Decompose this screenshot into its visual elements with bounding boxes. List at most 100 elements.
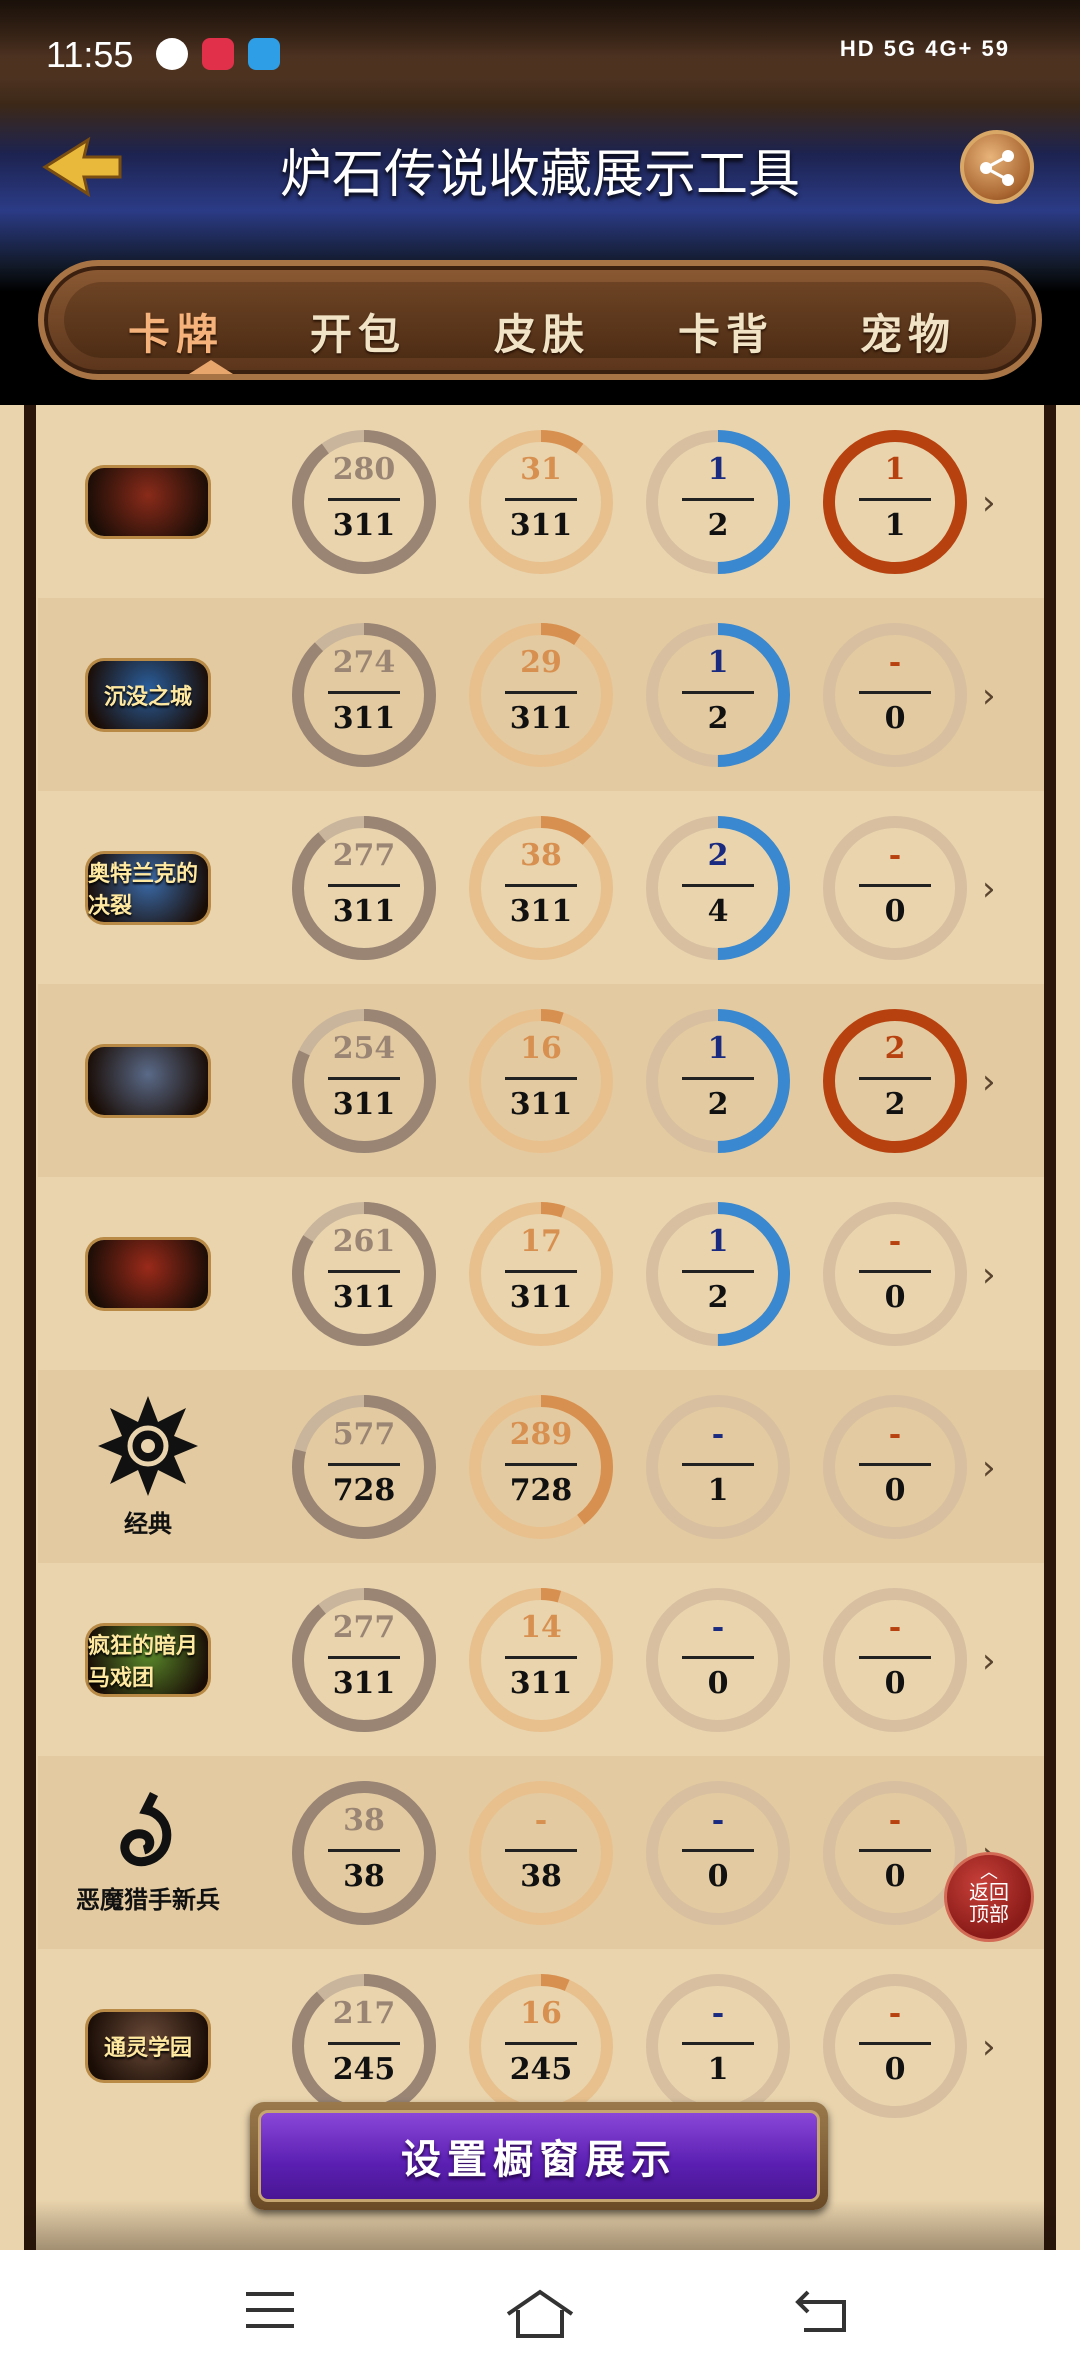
page-title: 炉石传说收藏展示工具 xyxy=(279,145,800,205)
total-count: 311 xyxy=(332,701,396,736)
owned-count: 280 xyxy=(332,452,396,487)
fraction-divider xyxy=(682,1656,754,1659)
fraction-divider xyxy=(859,1077,931,1080)
progress-ring-rare: - 38 xyxy=(463,1775,619,1931)
total-count: 311 xyxy=(332,508,396,543)
fraction-divider xyxy=(682,1077,754,1080)
owned-count: 17 xyxy=(520,1224,562,1259)
tab-pets[interactable]: 宠物 xyxy=(818,301,998,362)
total-count: 0 xyxy=(884,1666,906,1701)
owned-count: 1 xyxy=(707,452,729,487)
fraction-divider xyxy=(859,884,931,887)
fraction-divider xyxy=(859,691,931,694)
set-row[interactable]: 疯狂的暗月马戏团 277 311 14 311-0-0 › xyxy=(38,1563,1044,1756)
total-count: 38 xyxy=(343,1859,385,1894)
owned-count: 38 xyxy=(343,1803,385,1838)
total-count: 0 xyxy=(707,1666,729,1701)
owned-count: 1 xyxy=(884,452,906,487)
progress-ring-legendary: 22 xyxy=(817,1003,973,1159)
showcase-button[interactable]: 设置橱窗展示 xyxy=(250,2102,828,2210)
set-row[interactable]: 261 311 17 311 1 2-0 › xyxy=(38,1177,1044,1370)
share-icon xyxy=(980,150,1014,186)
total-count: 311 xyxy=(509,1087,573,1122)
owned-count: - xyxy=(888,1996,902,2031)
progress-ring-common: 217 245 xyxy=(286,1968,442,2124)
fraction-divider xyxy=(682,1270,754,1273)
tab-cards[interactable]: 卡牌 xyxy=(86,301,266,362)
owned-count: 261 xyxy=(332,1224,396,1259)
set-row[interactable]: 280 311 31 311 1 2 1 1 › xyxy=(38,405,1044,598)
owned-count: 277 xyxy=(332,838,396,873)
tab-bar: 卡牌 开包 皮肤 卡背 宠物 xyxy=(38,260,1042,380)
set-row[interactable]: 经典 577 728 289 728-1-0 › xyxy=(38,1370,1044,1563)
set-name: 恶魔猎手新兵 xyxy=(76,1886,220,1914)
showcase-button-label: 设置橱窗展示 xyxy=(258,2110,820,2202)
set-list-container[interactable]: 280 311 31 311 1 2 1 1 › 沉没之城 274 311 29 311 1 2-0 › 奥特兰克… xyxy=(24,405,1056,2250)
back-nav-icon[interactable] xyxy=(794,2288,850,2336)
home-icon[interactable] xyxy=(504,2288,576,2340)
set-logo xyxy=(78,439,218,564)
owned-count: 1 xyxy=(707,1031,729,1066)
total-count: 0 xyxy=(707,1859,729,1894)
total-count: 0 xyxy=(884,1473,906,1508)
fraction-divider xyxy=(328,2042,400,2045)
fraction-divider xyxy=(328,1270,400,1273)
tab-cardbacks[interactable]: 卡背 xyxy=(636,301,816,362)
fraction-divider xyxy=(505,1849,577,1852)
chevron-up-icon: ︿ xyxy=(980,1862,998,1883)
set-row[interactable]: 254 311 16 311 1 2 2 2 › xyxy=(38,984,1044,1177)
owned-count: 31 xyxy=(520,452,562,487)
fraction-divider xyxy=(682,1849,754,1852)
set-row[interactable]: 恶魔猎手新兵3838-38-0-0› xyxy=(38,1756,1044,1949)
owned-count: 1 xyxy=(707,1224,729,1259)
progress-ring-rare: 17 311 xyxy=(463,1196,619,1352)
total-count: 38 xyxy=(520,1859,562,1894)
tab-skins[interactable]: 皮肤 xyxy=(452,301,632,362)
chevron-right-icon[interactable]: › xyxy=(982,1448,996,1488)
chevron-right-icon[interactable]: › xyxy=(982,483,996,523)
set-row[interactable]: 沉没之城 274 311 29 311 1 2-0 › xyxy=(38,598,1044,791)
total-count: 2 xyxy=(884,1087,906,1122)
fraction-divider xyxy=(859,1270,931,1273)
back-to-top-line1: 返回 xyxy=(969,1880,1009,1904)
owned-count: 1 xyxy=(707,645,729,680)
fraction-divider xyxy=(328,884,400,887)
fraction-divider xyxy=(682,884,754,887)
back-to-top-button[interactable]: ︿ 返回 顶部 xyxy=(944,1852,1034,1942)
owned-count: 274 xyxy=(332,645,396,680)
total-count: 0 xyxy=(884,1280,906,1315)
total-count: 2 xyxy=(707,1087,729,1122)
progress-ring-common: 280 311 xyxy=(286,424,442,580)
set-logo: 疯狂的暗月马戏团 xyxy=(78,1597,218,1722)
notification-icons xyxy=(156,38,280,70)
total-count: 0 xyxy=(884,2052,906,2087)
fraction-divider xyxy=(859,1849,931,1852)
set-logo-badge xyxy=(88,1239,208,1308)
app-notification-icon xyxy=(202,38,234,70)
wechat-icon xyxy=(156,38,188,70)
chevron-right-icon[interactable]: › xyxy=(982,869,996,909)
chevron-right-icon[interactable]: › xyxy=(982,1062,996,1102)
total-count: 728 xyxy=(509,1473,573,1508)
progress-ring-legendary: -0 xyxy=(817,617,973,773)
progress-ring-epic: 12 xyxy=(640,617,796,773)
menu-icon[interactable] xyxy=(242,2288,298,2332)
progress-ring-legendary: -0 xyxy=(817,1582,973,1738)
fraction-divider xyxy=(859,2042,931,2045)
share-button[interactable] xyxy=(960,130,1034,204)
set-row[interactable]: 奥特兰克的决裂 277 311 38 311 2 4-0 › xyxy=(38,791,1044,984)
chevron-right-icon[interactable]: › xyxy=(982,1641,996,1681)
chevron-right-icon[interactable]: › xyxy=(982,1255,996,1295)
fraction-divider xyxy=(505,2042,577,2045)
fraction-divider xyxy=(505,1463,577,1466)
owned-count: - xyxy=(711,1996,725,2031)
total-count: 2 xyxy=(707,701,729,736)
chevron-right-icon[interactable]: › xyxy=(982,676,996,716)
progress-ring-rare: 16 311 xyxy=(463,1003,619,1159)
chevron-right-icon[interactable]: › xyxy=(982,2027,996,2067)
total-count: 0 xyxy=(884,894,906,929)
owned-count: - xyxy=(888,1224,902,1259)
total-count: 311 xyxy=(332,894,396,929)
tab-packs[interactable]: 开包 xyxy=(268,301,448,362)
set-logo-badge xyxy=(88,1046,208,1115)
